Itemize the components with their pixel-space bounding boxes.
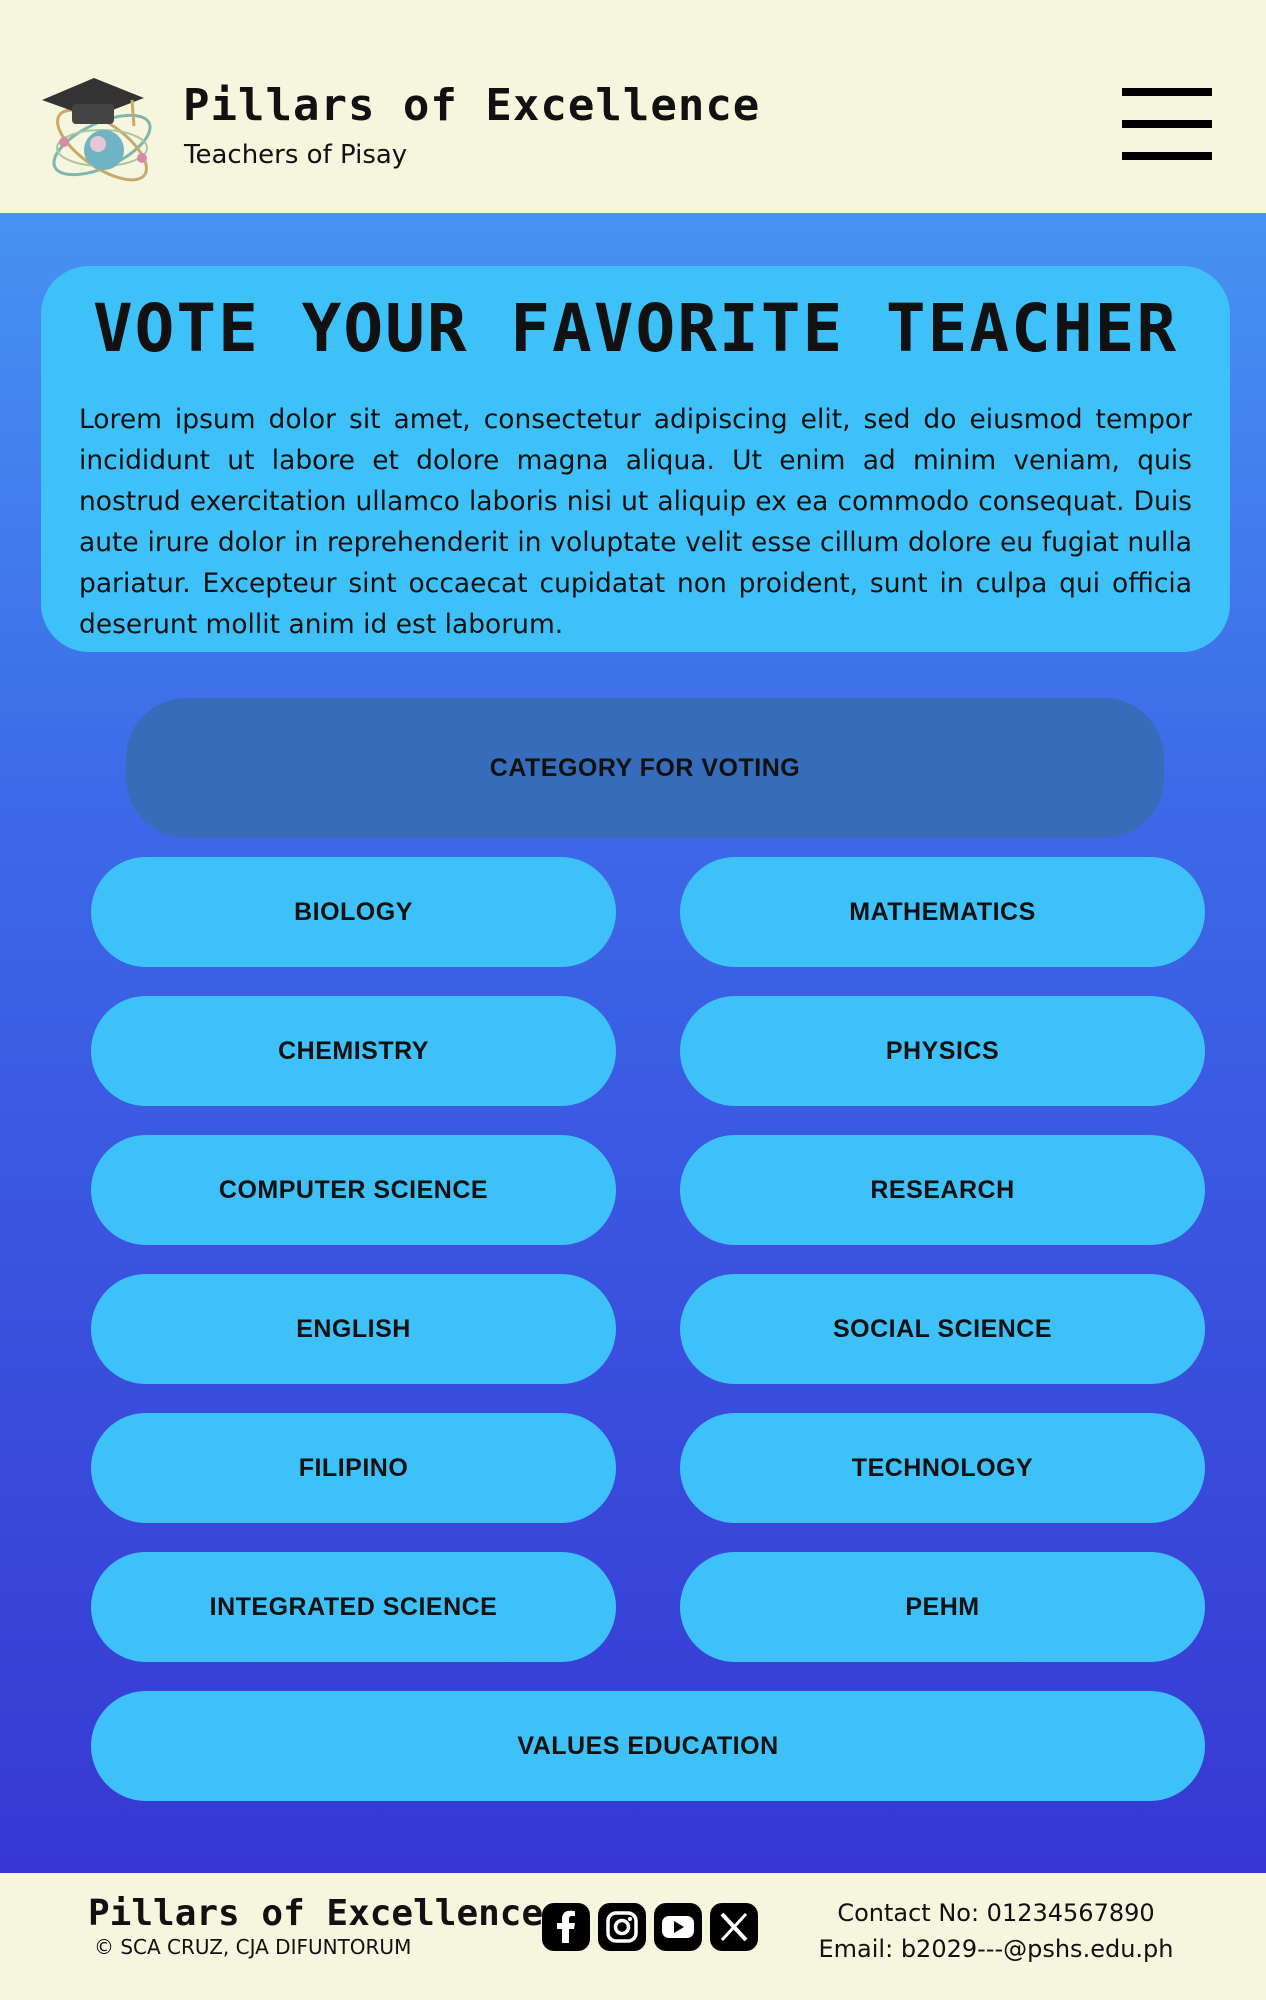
x-icon[interactable]: [710, 1903, 758, 1951]
graduation-cap-atom-logo[interactable]: [32, 70, 162, 190]
brand-subtitle: Teachers of Pisay: [184, 140, 408, 170]
brand-title: Pillars of Excellence: [183, 80, 761, 131]
site-footer: Pillars of Excellence © SCA CRUZ, CJA DI…: [0, 1873, 1266, 2000]
category-button-english[interactable]: ENGLISH: [91, 1274, 616, 1384]
youtube-icon[interactable]: [654, 1903, 702, 1951]
category-button-mathematics[interactable]: MATHEMATICS: [680, 857, 1205, 967]
site-header: Pillars of Excellence Teachers of Pisay: [0, 0, 1266, 213]
category-button-social-science[interactable]: SOCIAL SCIENCE: [680, 1274, 1205, 1384]
category-button-pehm[interactable]: PEHM: [680, 1552, 1205, 1662]
contact-phone: Contact No: 01234567890: [837, 1899, 1155, 1927]
category-button-values-education[interactable]: VALUES EDUCATION: [91, 1691, 1205, 1801]
intro-card: VOTE YOUR FAVORITE TEACHER Lorem ipsum d…: [41, 266, 1230, 652]
hamburger-menu-icon[interactable]: [1118, 86, 1214, 162]
category-button-research[interactable]: RESEARCH: [680, 1135, 1205, 1245]
instagram-icon[interactable]: [598, 1903, 646, 1951]
category-heading: CATEGORY FOR VOTING: [126, 698, 1164, 838]
category-button-integrated-science[interactable]: INTEGRATED SCIENCE: [91, 1552, 616, 1662]
category-button-computer-science[interactable]: COMPUTER SCIENCE: [91, 1135, 616, 1245]
main-content: VOTE YOUR FAVORITE TEACHER Lorem ipsum d…: [0, 213, 1266, 1873]
footer-copyright: © SCA CRUZ, CJA DIFUNTORUM: [94, 1935, 412, 1959]
category-button-biology[interactable]: BIOLOGY: [91, 857, 616, 967]
category-button-technology[interactable]: TECHNOLOGY: [680, 1413, 1205, 1523]
category-button-physics[interactable]: PHYSICS: [680, 996, 1205, 1106]
category-button-filipino[interactable]: FILIPINO: [91, 1413, 616, 1523]
category-button-chemistry[interactable]: CHEMISTRY: [91, 996, 616, 1106]
intro-paragraph: Lorem ipsum dolor sit amet, consectetur …: [79, 404, 1192, 640]
page-title: VOTE YOUR FAVORITE TEACHER: [92, 290, 1179, 367]
facebook-icon[interactable]: [542, 1903, 590, 1951]
contact-email[interactable]: Email: b2029---@pshs.edu.ph: [800, 1931, 1192, 1967]
contact-info: Contact No: 01234567890 Email: b2029---@…: [800, 1895, 1192, 1967]
footer-title: Pillars of Excellence: [88, 1893, 544, 1934]
